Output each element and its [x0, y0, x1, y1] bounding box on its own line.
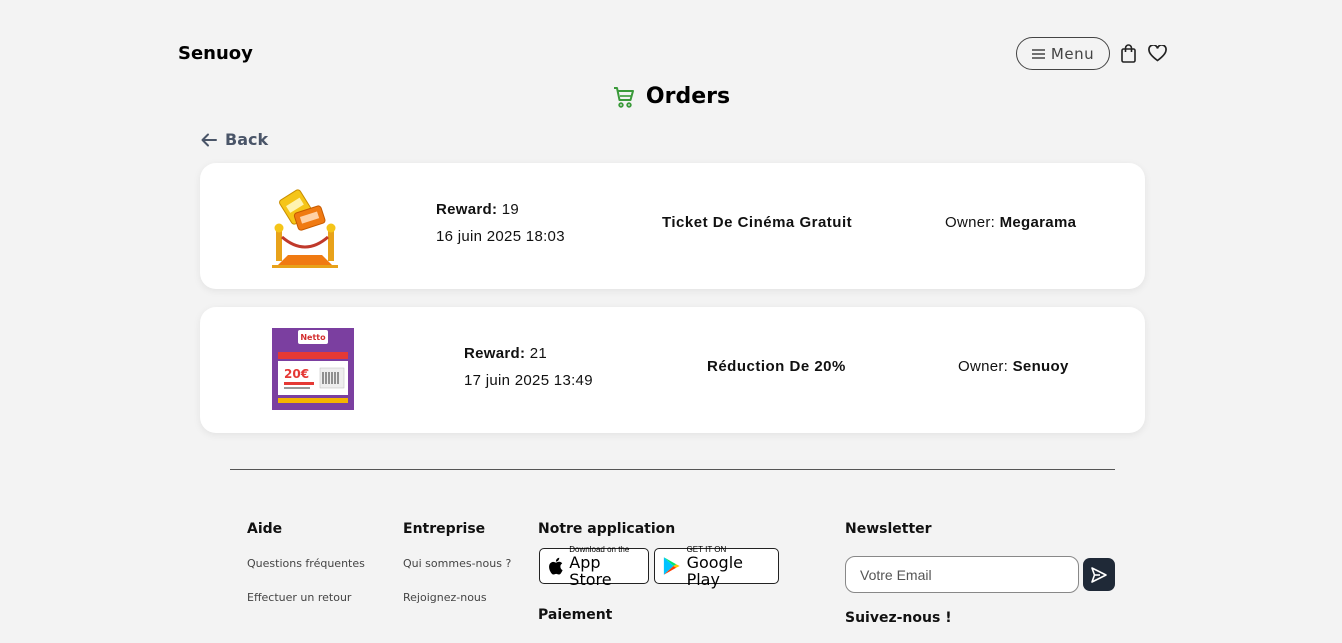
owner-value: Senuoy — [1012, 358, 1069, 375]
owner-label: Owner: — [945, 214, 996, 231]
footer-paiement-title: Paiement — [538, 607, 613, 623]
google-play-badge[interactable]: GET IT ON Google Play — [654, 545, 779, 588]
reward-label: Reward: — [464, 345, 526, 362]
footer-link-return[interactable]: Effectuer un retour — [247, 591, 351, 604]
google-play-icon — [663, 557, 680, 575]
page-title-text: Orders — [645, 84, 731, 109]
google-play-big: Google Play — [686, 552, 743, 589]
page-title: Orders — [0, 84, 1342, 109]
reward-value: 21 — [529, 345, 548, 362]
reward-label: Reward: — [436, 201, 498, 218]
app-store-badge[interactable]: Download on the App Store — [539, 545, 649, 588]
arrow-left-icon — [201, 133, 217, 146]
newsletter-send-button[interactable] — [1083, 558, 1115, 591]
order-card[interactable]: Netto 20€ Reward: 21 17 juin 2025 13:49 … — [200, 307, 1145, 433]
coupon-amount: 20€ — [284, 367, 309, 381]
hamburger-icon — [1031, 48, 1045, 59]
order-info: Reward: 21 17 juin 2025 13:49 — [464, 340, 593, 394]
cinema-tickets-image — [272, 189, 338, 268]
bag-icon[interactable] — [1120, 44, 1137, 63]
app-store-big: App Store — [569, 552, 612, 589]
order-name: Réduction De 20% — [707, 358, 846, 375]
footer-entreprise-title: Entreprise — [403, 521, 486, 537]
coupon-brand: Netto — [300, 333, 326, 342]
footer-link-about[interactable]: Qui sommes-nous ? — [403, 557, 511, 570]
back-label: Back — [225, 130, 269, 149]
owner-label: Owner: — [958, 358, 1009, 375]
reward-value: 19 — [501, 201, 520, 218]
order-owner: Owner: Megarama — [945, 214, 1076, 231]
footer-social-title: Suivez-nous ! — [845, 610, 952, 626]
footer-app-title: Notre application — [538, 521, 676, 537]
back-button[interactable]: Back — [201, 130, 268, 149]
footer-aide-title: Aide — [247, 521, 283, 537]
footer-link-faq[interactable]: Questions fréquentes — [247, 557, 365, 570]
netto-coupon-image: Netto 20€ — [272, 328, 354, 410]
apple-icon — [549, 557, 563, 575]
footer-link-careers[interactable]: Rejoignez-nous — [403, 591, 487, 604]
newsletter-email-input[interactable] — [845, 556, 1079, 593]
brand-logo[interactable]: Senuoy — [178, 43, 253, 64]
cart-icon — [613, 86, 634, 108]
menu-button[interactable]: Menu — [1016, 37, 1110, 70]
order-name: Ticket De Cinéma Gratuit — [662, 214, 853, 231]
owner-value: Megarama — [999, 214, 1077, 231]
footer-divider — [230, 469, 1115, 470]
footer-newsletter-title: Newsletter — [845, 521, 932, 537]
order-date: 16 juin 2025 18:03 — [436, 228, 565, 245]
order-date: 17 juin 2025 13:49 — [464, 372, 593, 389]
order-card[interactable]: Reward: 19 16 juin 2025 18:03 Ticket De … — [200, 163, 1145, 289]
send-icon — [1091, 566, 1107, 583]
order-info: Reward: 19 16 juin 2025 18:03 — [436, 196, 565, 250]
menu-label: Menu — [1050, 44, 1095, 63]
heart-icon[interactable] — [1148, 45, 1167, 62]
order-owner: Owner: Senuoy — [958, 358, 1069, 375]
